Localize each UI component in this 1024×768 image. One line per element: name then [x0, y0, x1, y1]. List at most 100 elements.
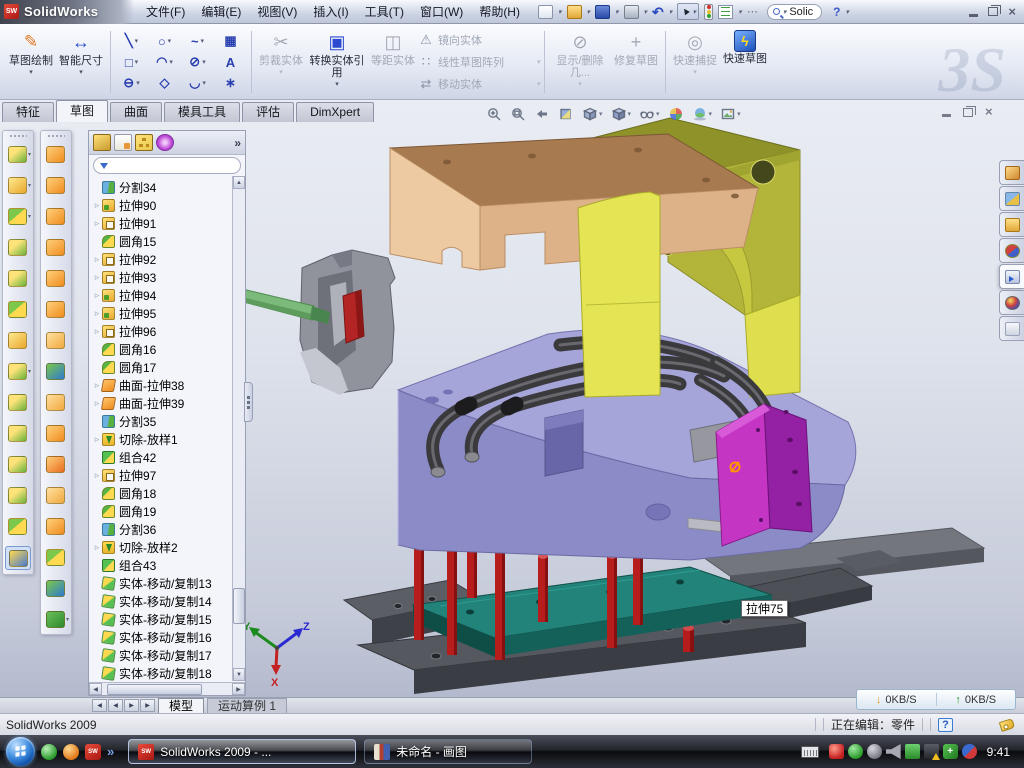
dropdown-icon[interactable]: ▾	[656, 110, 660, 118]
tree-item-18[interactable]: 圆角19	[92, 502, 245, 520]
tool-swept-boss[interactable]	[5, 236, 31, 258]
panel-expand-icon[interactable]: »	[234, 136, 241, 150]
tree-item-12[interactable]: ▹曲面-拉伸39	[92, 394, 245, 412]
edit-appearance-icon[interactable]	[668, 106, 684, 122]
dropdown-icon[interactable]: ▾	[587, 8, 591, 16]
dropdown-icon[interactable]: ▾	[737, 110, 741, 118]
tool-extruded-boss[interactable]: ▾	[5, 143, 31, 165]
restore-icon[interactable]	[988, 7, 998, 16]
expand-icon[interactable]: ▹	[92, 272, 102, 283]
tool-revolved-surface[interactable]	[43, 143, 69, 165]
dropdown-icon[interactable]: ▾	[335, 80, 339, 88]
tool-flex[interactable]	[43, 236, 69, 258]
first-tab-icon[interactable]: ◀	[92, 699, 107, 712]
tool-elbow-surface[interactable]	[43, 422, 69, 444]
sketch-tool-circle[interactable]: ○▾	[148, 31, 181, 52]
undo-icon[interactable]: ↶	[652, 5, 664, 19]
menu-item-4[interactable]: 工具(T)	[357, 0, 412, 23]
expand-icon[interactable]: ▹	[92, 308, 102, 319]
tree-item-17[interactable]: 圆角18	[92, 484, 245, 502]
ribbon-tab-4[interactable]: 评估	[242, 102, 294, 122]
tree-item-15[interactable]: 组合42	[92, 448, 245, 466]
tool-lofted-boss[interactable]	[5, 267, 31, 289]
toolbar-grip[interactable]	[9, 134, 27, 139]
input-method-icon[interactable]	[801, 746, 819, 758]
sketch-tool-ellipse[interactable]: ⊘▾	[181, 52, 214, 73]
tool-replace-face[interactable]	[43, 484, 69, 506]
quicklaunch-solidworks-icon[interactable]: SW	[85, 744, 101, 760]
tree-vertical-scrollbar[interactable]: ▲ ▼	[232, 176, 245, 681]
tree-item-19[interactable]: 分割36	[92, 520, 245, 538]
dropdown-icon[interactable]: ▾	[599, 110, 603, 118]
tree-item-14[interactable]: ▹切除-放样1	[92, 430, 245, 448]
expand-icon[interactable]: ▹	[92, 542, 102, 553]
taskpane-tab-appearances-scenes[interactable]	[999, 290, 1024, 315]
expand-icon[interactable]: ▹	[92, 218, 102, 229]
view-settings-icon[interactable]: ▾	[720, 106, 741, 122]
toolbar-grip[interactable]	[47, 134, 65, 139]
print-icon[interactable]	[624, 5, 639, 19]
tree-item-11[interactable]: ▹曲面-拉伸38	[92, 376, 245, 394]
menu-item-6[interactable]: 帮助(H)	[471, 0, 528, 23]
quicklaunch-messenger-icon[interactable]	[41, 744, 57, 760]
tool-draft[interactable]	[5, 484, 31, 506]
taskpane-tab-view-palette[interactable]	[999, 264, 1024, 289]
dropdown-icon[interactable]: ▾	[169, 58, 173, 66]
tray-network-warning-icon[interactable]	[924, 744, 939, 759]
tree-item-6[interactable]: ▹拉伸94	[92, 286, 245, 304]
dropdown-icon[interactable]: ▾	[168, 37, 172, 45]
dropdown-icon[interactable]: ▾	[201, 37, 205, 45]
tool-measure[interactable]	[5, 546, 31, 570]
part-tan-plate[interactable]	[390, 134, 758, 270]
dropdown-icon[interactable]: ▾	[135, 58, 139, 66]
doc-close-icon[interactable]: ×	[985, 106, 993, 118]
tree-item-7[interactable]: ▹拉伸95	[92, 304, 245, 322]
expand-icon[interactable]: ▹	[92, 434, 102, 445]
tree-item-20[interactable]: ▹切除-放样2	[92, 538, 245, 556]
sketch-button[interactable]: ✎ 草图绘制 ▾	[6, 27, 56, 97]
tree-item-1[interactable]: ▹拉伸90	[92, 196, 245, 214]
tab-motion-study[interactable]: 运动算例 1	[207, 698, 287, 713]
dropdown-icon[interactable]: ▾	[202, 79, 206, 87]
close-icon[interactable]: ×	[1008, 6, 1016, 18]
tool-mirror-bodies[interactable]	[5, 391, 31, 413]
scroll-left-icon[interactable]: ◀	[89, 683, 102, 695]
tree-item-25[interactable]: 实体-移动/复制16	[92, 628, 245, 646]
tree-horizontal-scrollbar[interactable]: ◀ ▶	[89, 682, 245, 695]
ribbon-tab-0[interactable]: 特征	[2, 102, 54, 122]
tool-swept-surface[interactable]	[43, 174, 69, 196]
featuremanager-tab-icon[interactable]	[93, 134, 111, 151]
taskpane-tab-design-library[interactable]	[999, 186, 1024, 211]
menu-item-5[interactable]: 窗口(W)	[412, 0, 471, 23]
part-gray-bracket[interactable]	[300, 250, 395, 395]
zoom-area-icon[interactable]	[510, 106, 526, 122]
tree-item-13[interactable]: 分割35	[92, 412, 245, 430]
dropdown-icon[interactable]: ▾	[846, 8, 850, 16]
taskpane-tab-solidworks-resources[interactable]	[999, 160, 1024, 185]
taskpane-tab-file-explorer[interactable]	[999, 212, 1024, 237]
tool-knit-surface[interactable]	[43, 391, 69, 413]
sketch-tool-text[interactable]: A	[214, 52, 247, 73]
status-help-icon[interactable]: ?	[938, 718, 953, 732]
propertymanager-tab-icon[interactable]	[114, 134, 132, 151]
tool-linear-pattern[interactable]: ▾	[5, 360, 31, 382]
scrollbar-thumb[interactable]	[107, 684, 202, 695]
taskpane-tab-custom-properties[interactable]	[999, 316, 1024, 341]
tree-item-21[interactable]: 组合43	[92, 556, 245, 574]
tree-item-16[interactable]: ▹拉伸97	[92, 466, 245, 484]
sketch-tool-spline[interactable]: ~▾	[181, 31, 214, 52]
tray-sync-badge-icon[interactable]	[962, 744, 977, 759]
sketch-tool-line[interactable]: ╲▾	[115, 31, 148, 52]
scroll-down-icon[interactable]: ▼	[233, 668, 245, 681]
tool-deform[interactable]	[43, 267, 69, 289]
tree-item-22[interactable]: 实体-移动/复制13	[92, 574, 245, 592]
tray-shield-icon[interactable]	[848, 744, 863, 759]
search-input[interactable]: Solic	[789, 6, 813, 18]
ribbon-tab-1[interactable]: 草图	[56, 100, 108, 122]
quicklaunch-app-icon[interactable]	[63, 744, 79, 760]
display-style-icon[interactable]: ▾	[611, 106, 632, 122]
dimxpertmanager-tab-icon[interactable]	[156, 134, 174, 151]
tool-delete-face[interactable]	[43, 453, 69, 475]
dropdown-icon[interactable]: ▾	[644, 8, 648, 16]
taskpane-tab-search[interactable]	[999, 238, 1024, 263]
